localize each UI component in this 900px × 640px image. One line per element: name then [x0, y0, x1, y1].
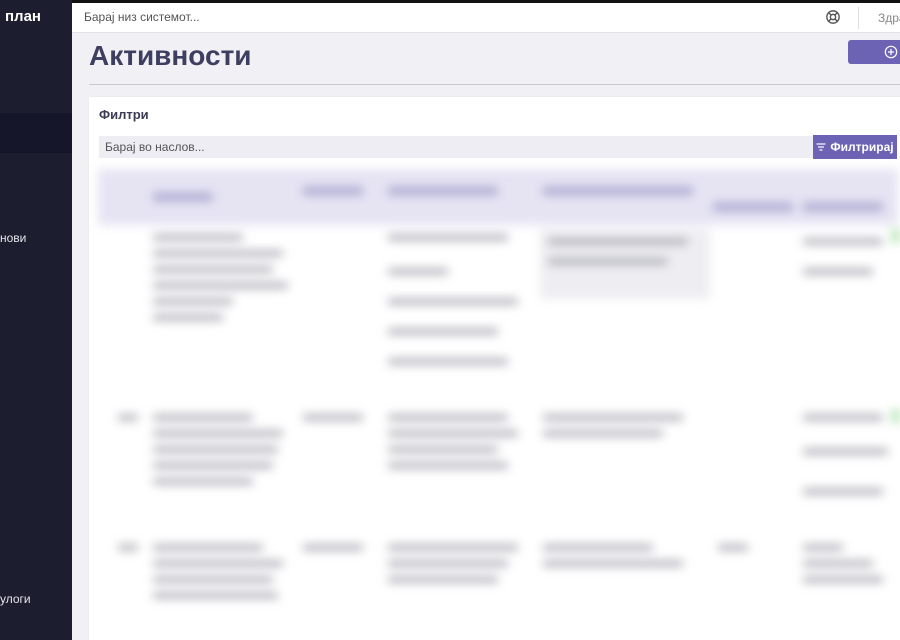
- header-cell-redacted: [713, 203, 793, 211]
- header-cell-redacted: [388, 187, 498, 195]
- plus-circle-icon: [884, 45, 898, 59]
- header-cell-redacted: [153, 193, 213, 201]
- life-ring-icon[interactable]: [826, 10, 840, 24]
- user-greeting[interactable]: Здра: [878, 11, 900, 25]
- filter-button[interactable]: Филтрирај: [813, 135, 897, 159]
- sidebar: план нови улоги: [0, 0, 72, 640]
- top-bar: Здра: [72, 0, 900, 33]
- sidebar-item-novi[interactable]: нови: [0, 231, 26, 245]
- header-cell-redacted: [303, 187, 363, 195]
- app-brand[interactable]: план: [5, 8, 41, 25]
- header-cell-redacted: [543, 187, 693, 195]
- topbar-divider: [858, 7, 859, 29]
- title-divider: [89, 84, 900, 85]
- title-search-input[interactable]: [99, 136, 813, 158]
- filter-icon: [816, 143, 826, 151]
- global-search-input[interactable]: [84, 10, 604, 24]
- add-activity-button[interactable]: [848, 40, 900, 64]
- filters-heading: Филтри: [99, 107, 149, 122]
- table-header-redacted: [98, 169, 898, 225]
- page-title: Активности: [89, 40, 252, 71]
- filter-button-label: Филтрирај: [830, 140, 894, 154]
- sidebar-item-ulogi[interactable]: улоги: [0, 592, 31, 606]
- header-cell-redacted: [803, 203, 883, 211]
- sidebar-active-item[interactable]: [0, 113, 72, 153]
- activities-card: Филтри Филтрирај: [89, 97, 900, 640]
- activities-table-redacted: [98, 169, 898, 640]
